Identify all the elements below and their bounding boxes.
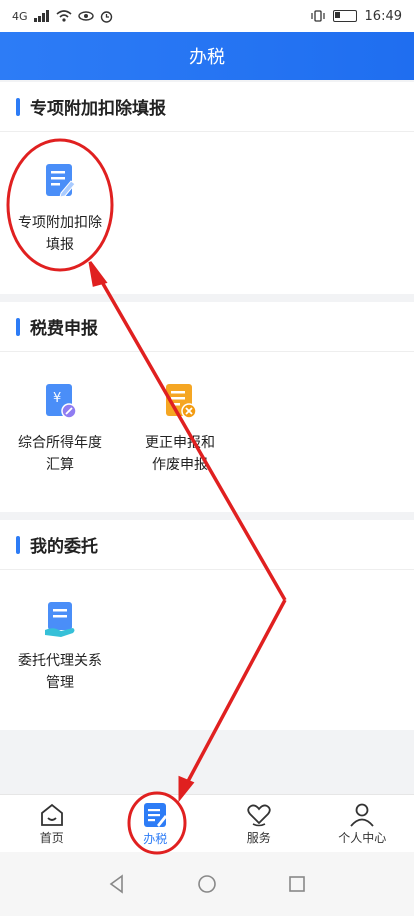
tab-label: 办税 [143, 831, 168, 846]
section-title: 专项附加扣除填报 [30, 99, 166, 119]
status-left: 4G [12, 10, 113, 23]
cancel-document-icon [166, 384, 197, 419]
tile-label-line1: 专项附加扣除 [18, 215, 102, 231]
section-my-entrustment: 我的委托 委托代理关系 管理 [0, 520, 414, 730]
person-icon [350, 803, 374, 827]
vibrate-icon [310, 10, 325, 22]
hand-document-icon [45, 602, 75, 637]
battery-icon [332, 10, 357, 22]
section-title: 我的委托 [30, 537, 98, 557]
section-header: 我的委托 [0, 520, 414, 570]
tab-label: 首页 [39, 830, 64, 845]
tile-label-line2: 填报 [46, 237, 74, 253]
tax-document-icon [144, 802, 168, 827]
tile-label-line2: 作废申报 [152, 457, 208, 473]
status-right: 16:49 [310, 8, 402, 24]
tile-label-line1: 委托代理关系 [18, 653, 102, 669]
recents-icon[interactable] [287, 874, 307, 894]
network-label: 4G [12, 9, 28, 23]
section-tax-declaration: 税费申报 ¥ 综合所得年度 汇算 更正申报和 作废申报 [0, 302, 414, 512]
yuan-document-icon: ¥ [46, 384, 77, 419]
section-title: 税费申报 [30, 319, 98, 339]
back-icon[interactable] [107, 874, 127, 894]
tile-label-line2: 汇算 [46, 457, 74, 473]
page-title: 办税 [189, 47, 225, 68]
edit-document-icon [46, 164, 76, 198]
home-icon [40, 803, 63, 826]
signal-icon [33, 10, 49, 22]
tile-agency-relationship[interactable]: 委托代理关系 管理 [8, 600, 112, 694]
tile-label-line2: 管理 [46, 675, 74, 691]
app-header: 办税 [0, 32, 414, 80]
svg-text:¥: ¥ [53, 391, 61, 406]
heart-hand-icon [247, 804, 271, 826]
status-bar: 4G 16:49 [0, 0, 414, 32]
tab-label: 个人中心 [338, 830, 387, 845]
section-header: 税费申报 [0, 302, 414, 352]
section-accent-bar [16, 97, 20, 116]
tile-special-deduction-fill[interactable]: 专项附加扣除 填报 [8, 162, 112, 256]
section-accent-bar [16, 317, 20, 336]
alarm-icon [100, 10, 112, 23]
status-time: 16:49 [364, 8, 402, 24]
tile-correct-void-declaration[interactable]: 更正申报和 作废申报 [128, 382, 232, 476]
tile-label-line1: 更正申报和 [145, 435, 215, 451]
system-nav-bar [0, 852, 414, 916]
tab-home[interactable]: 首页 [0, 795, 104, 853]
section-special-deduction: 专项附加扣除填报 专项附加扣除 填报 [0, 82, 414, 294]
wifi-icon [56, 10, 72, 22]
tab-label: 服务 [246, 830, 271, 845]
section-header: 专项附加扣除填报 [0, 82, 414, 132]
tab-services[interactable]: 服务 [207, 795, 311, 853]
tile-annual-settlement[interactable]: ¥ 综合所得年度 汇算 [8, 382, 112, 476]
bottom-tab-bar: 首页 办税 服务 个人中心 [0, 794, 414, 853]
eye-icon [77, 11, 94, 21]
tile-label-line1: 综合所得年度 [18, 435, 102, 451]
home-circle-icon[interactable] [197, 874, 217, 894]
section-accent-bar [16, 535, 20, 554]
tab-tax[interactable]: 办税 [104, 795, 208, 853]
tab-profile[interactable]: 个人中心 [311, 795, 414, 853]
